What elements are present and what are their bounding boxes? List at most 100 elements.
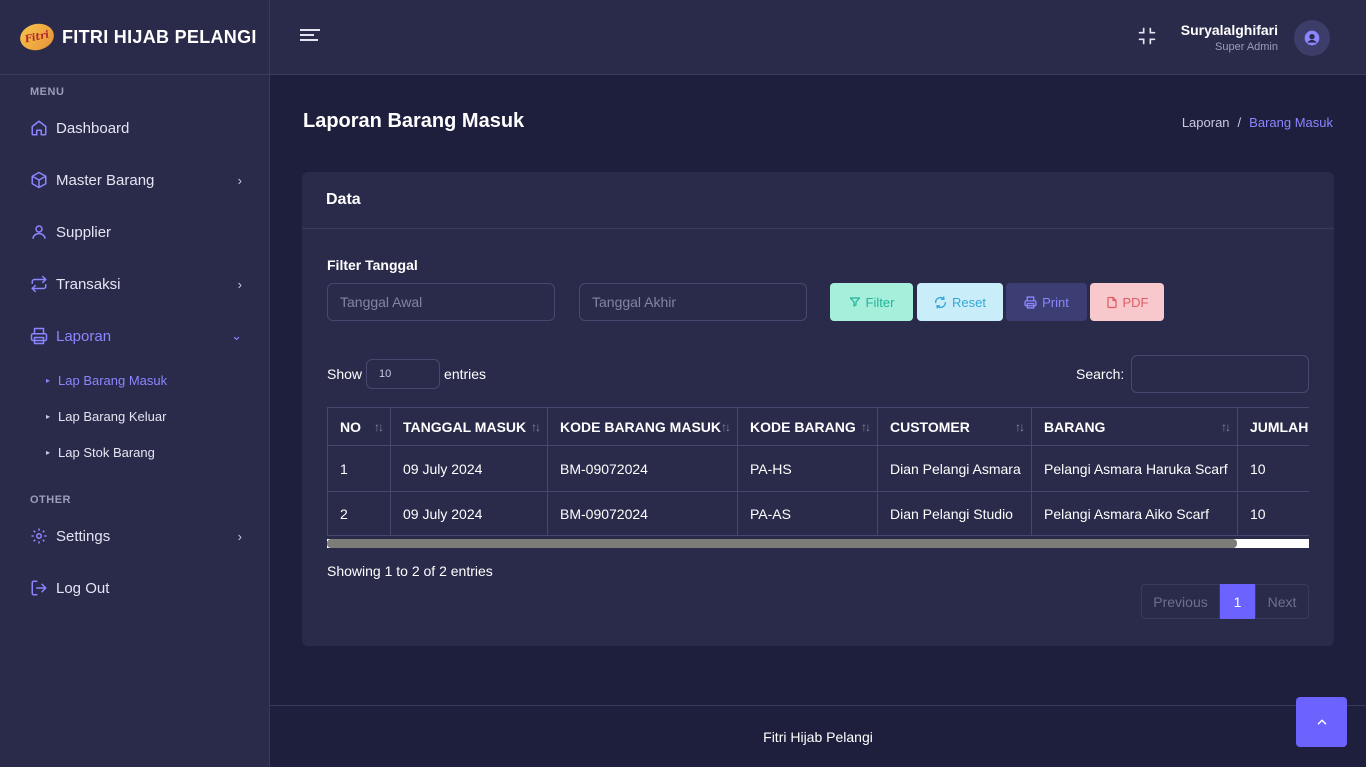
column-header-label: CUSTOMER	[890, 418, 970, 435]
sidebar-item-settings[interactable]: Settings ›	[30, 524, 242, 548]
avatar[interactable]	[1294, 20, 1330, 56]
column-header[interactable]: TANGGAL MASUK ↑↓	[390, 407, 548, 446]
sidebar-item-label: Master Barang	[56, 171, 155, 189]
box-icon	[30, 171, 48, 189]
table-cell: 1	[327, 445, 391, 492]
pdf-button[interactable]: PDF	[1090, 283, 1164, 321]
brand-logo: Fitri	[17, 20, 57, 54]
sort-icon: ↑↓	[374, 420, 384, 434]
column-header[interactable]: JUMLAH	[1237, 407, 1309, 446]
sidebar-item-supplier[interactable]: Supplier	[30, 220, 242, 244]
sidebar-item-master-barang[interactable]: Master Barang ›	[30, 168, 242, 192]
column-header[interactable]: KODE BARANG ↑↓	[737, 407, 878, 446]
table-cell: Pelangi Asmara Aiko Scarf	[1031, 491, 1238, 536]
column-header[interactable]: KODE BARANG MASUK ↑↓	[547, 407, 738, 446]
card-title: Data	[302, 172, 1334, 229]
column-header[interactable]: CUSTOMER ↑↓	[877, 407, 1032, 446]
sidebar-item-label: Laporan	[56, 327, 112, 345]
sidebar-subitem-label: Lap Barang Masuk	[58, 372, 168, 388]
table-cell: 10	[1237, 445, 1309, 492]
entries-control: Show 10 entries	[327, 359, 486, 389]
filter-icon	[849, 297, 860, 307]
table-cell: 10	[1237, 491, 1309, 536]
brand[interactable]: Fitri FITRI HIJAB PELANGI	[0, 0, 269, 75]
sidebar-item-laporan[interactable]: Laporan ⌄	[30, 324, 242, 348]
breadcrumb-separator: /	[1237, 115, 1242, 130]
search-label: Search:	[1076, 366, 1125, 382]
back-to-top-button[interactable]	[1296, 697, 1347, 747]
column-header[interactable]: BARANG ↑↓	[1031, 407, 1238, 446]
data-card: Data Filter Tanggal Filter Reset Print P…	[302, 172, 1334, 646]
user-icon	[30, 223, 48, 241]
table-cell: 09 July 2024	[390, 445, 548, 492]
footer: Fitri Hijab Pelangi	[270, 705, 1366, 767]
next-page-button[interactable]: Next	[1255, 584, 1309, 619]
sort-icon: ↑↓	[1221, 420, 1231, 434]
user-name[interactable]: Suryalalghifari	[1181, 22, 1278, 38]
sidebar-subitem-label: Lap Stok Barang	[58, 444, 155, 460]
sidebar-item-label: Dashboard	[56, 119, 130, 137]
printer-icon	[1024, 295, 1037, 309]
other-heading: OTHER	[30, 494, 71, 506]
topbar: Suryalalghifari Super Admin	[270, 0, 1366, 75]
filter-button[interactable]: Filter	[830, 283, 913, 321]
print-button-label: Print	[1042, 294, 1069, 310]
pagination: Previous 1 Next	[1141, 584, 1309, 619]
brand-logo-text: Fitri	[23, 29, 51, 45]
sidebar-item-label: Settings	[56, 527, 111, 545]
sidebar-subitem-lap-barang-keluar[interactable]: ▸ Lap Barang Keluar	[46, 406, 166, 426]
home-icon	[30, 119, 48, 137]
hamburger-menu-icon[interactable]	[300, 29, 320, 45]
bullet-icon: ▸	[46, 375, 51, 385]
file-pdf-icon	[1106, 296, 1117, 308]
filter-button-label: Filter	[865, 294, 895, 310]
sidebar-item-label: Transaksi	[56, 275, 121, 293]
pdf-button-label: PDF	[1122, 294, 1149, 310]
print-button[interactable]: Print	[1006, 283, 1087, 321]
filter-label: Filter Tanggal	[327, 257, 418, 273]
sidebar-subitem-lap-barang-masuk[interactable]: ▸ Lap Barang Masuk	[46, 370, 167, 390]
reset-button[interactable]: Reset	[917, 283, 1003, 321]
table-cell: 09 July 2024	[390, 491, 548, 536]
sidebar-subitem-lap-stok-barang[interactable]: ▸ Lap Stok Barang	[46, 442, 155, 462]
previous-page-button[interactable]: Previous	[1141, 584, 1220, 619]
column-header[interactable]: NO ↑↓	[327, 407, 391, 446]
refresh-icon	[934, 295, 947, 309]
sidebar-item-label: Supplier	[56, 223, 112, 241]
bullet-icon: ▸	[46, 447, 51, 457]
column-header-label: NO	[340, 418, 361, 435]
table-row: 1 09 July 2024 BM-09072024 PA-HS Dian Pe…	[327, 445, 1309, 492]
sidebar-item-logout[interactable]: Log Out	[30, 576, 242, 600]
search-input[interactable]	[1131, 355, 1309, 393]
chevron-right-icon: ›	[237, 172, 242, 188]
column-header-label: KODE BARANG MASUK	[560, 418, 721, 435]
exchange-icon	[30, 275, 48, 293]
table-cell: BM-09072024	[547, 491, 738, 536]
column-header-label: TANGGAL MASUK	[403, 418, 527, 435]
footer-text: Fitri Hijab Pelangi	[763, 728, 873, 745]
chevron-right-icon: ›	[237, 276, 242, 292]
breadcrumb-laporan[interactable]: Laporan	[1182, 115, 1230, 130]
sidebar-item-label: Log Out	[56, 579, 110, 597]
page-1-button[interactable]: 1	[1220, 584, 1255, 619]
end-date-input[interactable]	[579, 283, 807, 321]
sidebar-item-dashboard[interactable]: Dashboard	[30, 116, 242, 140]
entries-select[interactable]: 10	[366, 359, 441, 389]
scrollbar-thumb[interactable]	[327, 539, 1237, 548]
brand-name: FITRI HIJAB PELANGI	[62, 26, 257, 47]
table-container: NO ↑↓ TANGGAL MASUK ↑↓ KODE BARANG MASUK ↑↓…	[327, 407, 1309, 549]
table-cell: PA-AS	[737, 491, 878, 536]
user-role: Super Admin	[1215, 41, 1278, 53]
column-header-label: KODE BARANG	[750, 418, 856, 435]
sort-icon: ↑↓	[1015, 420, 1025, 434]
sidebar-item-transaksi[interactable]: Transaksi ›	[30, 272, 242, 296]
menu-heading: MENU	[30, 86, 65, 98]
bullet-icon: ▸	[46, 411, 51, 421]
printer-icon	[30, 327, 48, 345]
breadcrumb-barang-masuk: Barang Masuk	[1249, 115, 1333, 130]
collapse-fullscreen-icon[interactable]	[1137, 26, 1157, 46]
chevron-down-icon: ⌄	[231, 328, 242, 343]
start-date-input[interactable]	[327, 283, 555, 321]
horizontal-scrollbar[interactable]	[327, 539, 1309, 548]
chevron-up-icon	[1317, 719, 1326, 725]
